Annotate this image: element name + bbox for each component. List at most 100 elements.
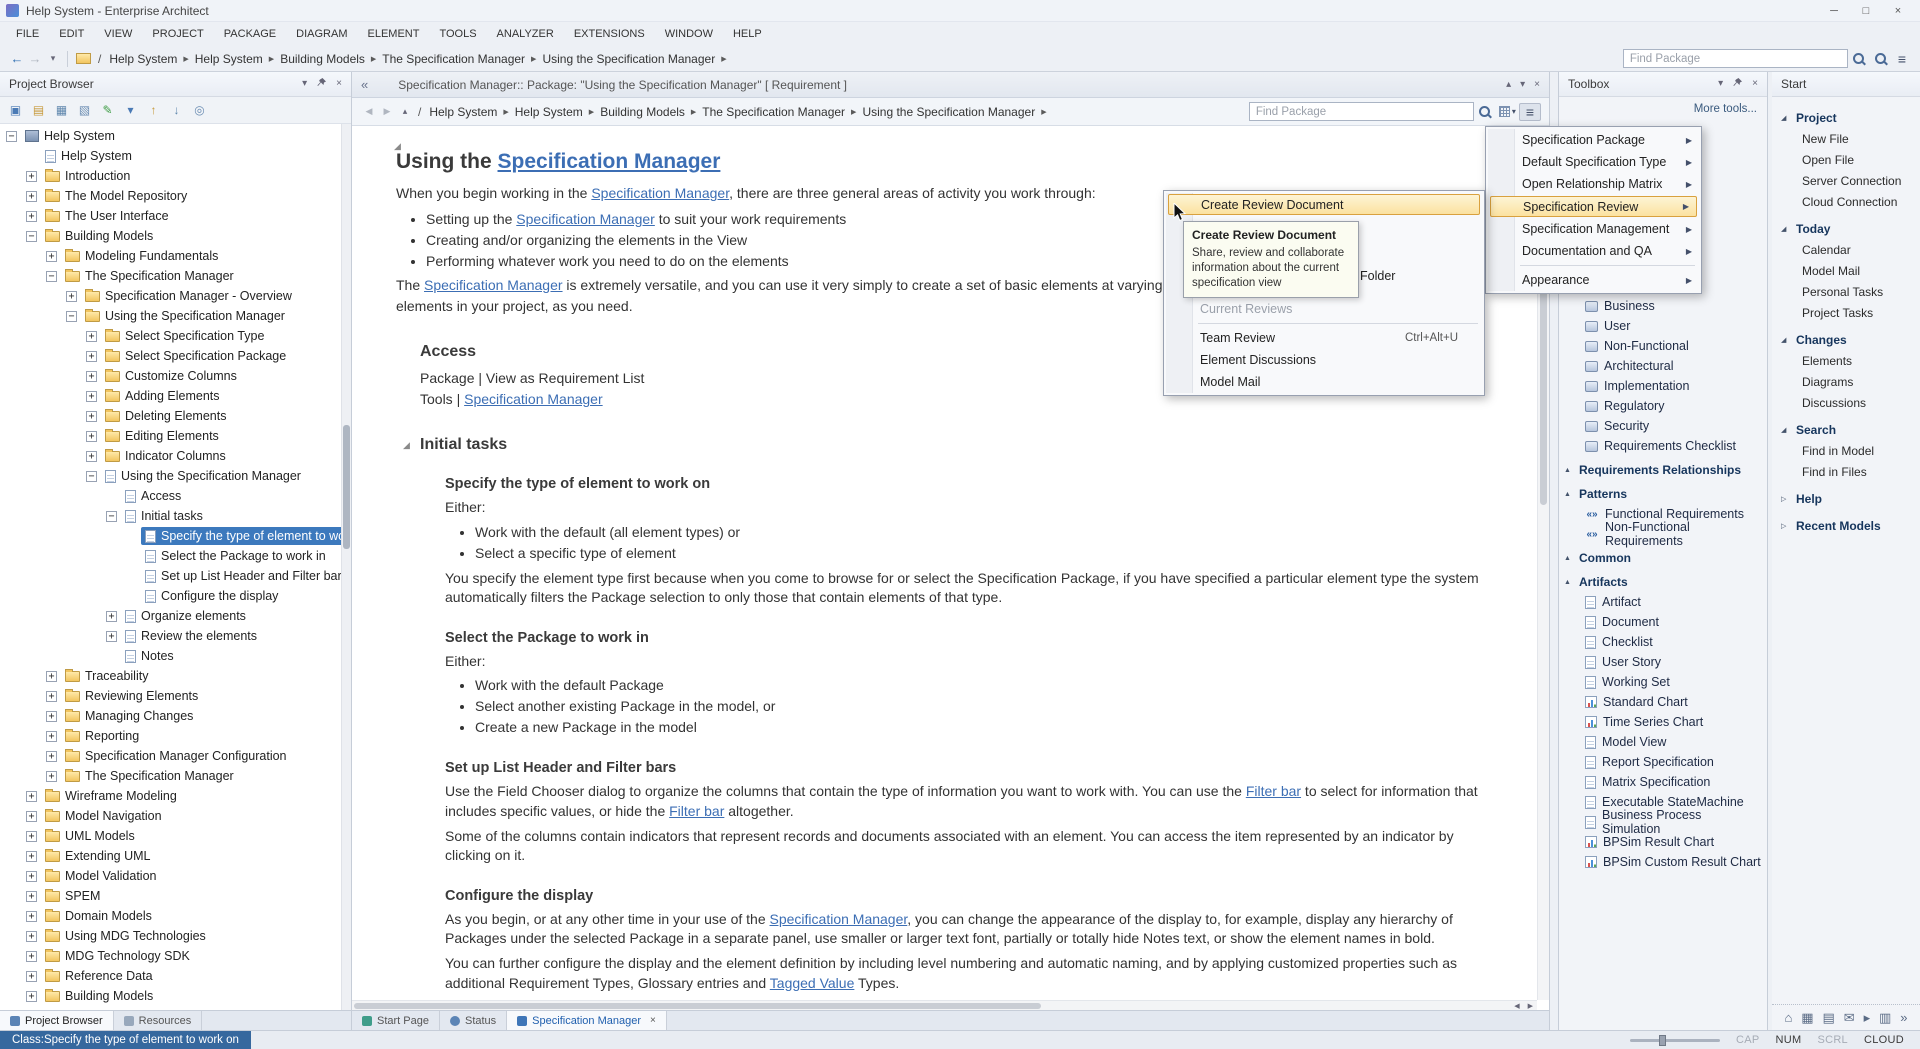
- toolbox-item-standard-chart[interactable]: Standard Chart: [1559, 692, 1761, 712]
- breadcrumb-item[interactable]: Help System: [511, 105, 587, 119]
- collapse-icon[interactable]: −: [26, 231, 37, 242]
- menu-view[interactable]: VIEW: [94, 28, 142, 40]
- toolbox-item-report-specification[interactable]: Report Specification: [1559, 752, 1761, 772]
- edit-icon[interactable]: ✎: [97, 100, 118, 121]
- toolbox-item-working-set[interactable]: Working Set: [1559, 672, 1761, 692]
- advanced-search-icon[interactable]: [1874, 52, 1888, 66]
- build-icon[interactable]: ▥: [1879, 1010, 1891, 1026]
- parent-package-icon[interactable]: [76, 53, 91, 64]
- menu-item-specification-review[interactable]: Specification Review▶: [1490, 196, 1697, 217]
- move-up-icon[interactable]: ↑: [143, 100, 164, 121]
- expand-icon[interactable]: +: [26, 191, 37, 202]
- panel-menu-chevron-icon[interactable]: ▾: [302, 79, 307, 89]
- back-icon[interactable]: ←: [8, 51, 26, 66]
- tree-item[interactable]: −Building Models: [0, 226, 341, 246]
- start-item-calendar[interactable]: Calendar: [1772, 239, 1920, 260]
- tree-item[interactable]: +The Model Repository: [0, 186, 341, 206]
- tree-item[interactable]: +Domain Models: [0, 906, 341, 926]
- start-item-cloud-connection[interactable]: Cloud Connection: [1772, 191, 1920, 212]
- tree-item[interactable]: +Model Navigation: [0, 806, 341, 826]
- status-toggle-scrl[interactable]: SCRL: [1817, 1034, 1848, 1046]
- move-down-icon[interactable]: ↓: [166, 100, 187, 121]
- tree-item[interactable]: +Model Validation: [0, 866, 341, 886]
- tree-item[interactable]: Specify the type of element to work on: [0, 526, 341, 546]
- tree-item[interactable]: +Specification Manager Configuration: [0, 746, 341, 766]
- start-section-today[interactable]: ◢Today: [1772, 219, 1920, 239]
- simulate-icon[interactable]: ▸: [1864, 1010, 1871, 1026]
- help-icon[interactable]: ◎: [189, 100, 210, 121]
- breadcrumb-item[interactable]: The Specification Manager: [698, 105, 849, 119]
- menu-edit[interactable]: EDIT: [49, 28, 94, 40]
- toolbox-item-business-process-simulation[interactable]: Business Process Simulation: [1559, 812, 1761, 832]
- doc-link[interactable]: Specification Manager: [591, 185, 729, 201]
- doc-link[interactable]: Specification Manager: [424, 277, 563, 293]
- start-item-server-connection[interactable]: Server Connection: [1772, 170, 1920, 191]
- close-document-icon[interactable]: ×: [1534, 80, 1540, 90]
- doc-find-package-input[interactable]: [1249, 102, 1474, 121]
- expand-icon[interactable]: +: [106, 631, 117, 642]
- menu-item-default-specification-type[interactable]: Default Specification Type▶: [1488, 151, 1699, 173]
- expand-icon[interactable]: +: [26, 851, 37, 862]
- tree-item[interactable]: +Specification Manager - Overview: [0, 286, 341, 306]
- expand-icon[interactable]: +: [26, 171, 37, 182]
- scrollbar-thumb[interactable]: [354, 1003, 1041, 1009]
- tree-item[interactable]: +The Specification Manager: [0, 766, 341, 786]
- add-diagram-icon[interactable]: ▦: [51, 100, 72, 121]
- add-package-icon[interactable]: ▤: [28, 100, 49, 121]
- start-item-elements[interactable]: Elements: [1772, 350, 1920, 371]
- status-toggle-num[interactable]: NUM: [1775, 1034, 1801, 1046]
- toolbox-item-time-series-chart[interactable]: Time Series Chart: [1559, 712, 1761, 732]
- breadcrumb-item[interactable]: Help System: [191, 52, 267, 66]
- expand-icon[interactable]: +: [106, 611, 117, 622]
- expand-icon[interactable]: +: [26, 951, 37, 962]
- tree-item[interactable]: −Initial tasks: [0, 506, 341, 526]
- doc-back-icon[interactable]: ◀: [360, 106, 378, 117]
- tab-resources[interactable]: Resources: [114, 1011, 203, 1030]
- tree-item[interactable]: +Using MDG Technologies: [0, 926, 341, 946]
- menu-item-specification-management[interactable]: Specification Management▶: [1488, 218, 1699, 240]
- toolbox-item-architectural[interactable]: Architectural: [1559, 356, 1761, 376]
- tree-item[interactable]: +Reference Data: [0, 966, 341, 986]
- menu-diagram[interactable]: DIAGRAM: [286, 28, 357, 40]
- breadcrumb-item[interactable]: Using the Specification Manager: [538, 52, 719, 66]
- path-root[interactable]: /: [94, 52, 105, 66]
- tree-item[interactable]: +Extending UML: [0, 846, 341, 866]
- start-item-find-in-model[interactable]: Find in Model: [1772, 440, 1920, 461]
- window-list-icon[interactable]: ▾: [1520, 80, 1525, 90]
- tree-item[interactable]: +SPEM: [0, 886, 341, 906]
- collapse-pane-icon[interactable]: «: [361, 77, 368, 92]
- menu-item-team-review[interactable]: Team Review Ctrl+Alt+U: [1166, 327, 1482, 349]
- home-icon[interactable]: ⌂: [1784, 1010, 1792, 1025]
- menu-item-folder-partial[interactable]: Folder: [1360, 269, 1395, 283]
- toolbox-item-business[interactable]: Business: [1559, 296, 1761, 316]
- menu-item-create-review-document[interactable]: Create Review Document: [1168, 194, 1480, 215]
- expand-icon[interactable]: +: [46, 771, 57, 782]
- expand-icon[interactable]: +: [86, 371, 97, 382]
- tree-item[interactable]: +Review the elements: [0, 626, 341, 646]
- breadcrumb-item[interactable]: The Specification Manager: [378, 52, 529, 66]
- expand-icon[interactable]: +: [46, 751, 57, 762]
- doc-menu-hamburger-icon[interactable]: ≡: [1519, 103, 1541, 121]
- menu-item-element-discussions[interactable]: Element Discussions: [1166, 349, 1482, 371]
- tree-item[interactable]: +MDG Technology SDK: [0, 946, 341, 966]
- menu-element[interactable]: ELEMENT: [357, 28, 429, 40]
- tab-specification-manager[interactable]: Specification Manager×: [507, 1011, 667, 1030]
- start-item-project-tasks[interactable]: Project Tasks: [1772, 302, 1920, 323]
- tree-item[interactable]: +Adding Elements: [0, 386, 341, 406]
- start-item-discussions[interactable]: Discussions: [1772, 392, 1920, 413]
- start-item-model-mail[interactable]: Model Mail: [1772, 260, 1920, 281]
- expand-icon[interactable]: +: [46, 671, 57, 682]
- collapse-section-icon[interactable]: ◢: [403, 440, 410, 451]
- close-panel-icon[interactable]: ×: [1752, 79, 1758, 89]
- tree-item[interactable]: +Introduction: [0, 166, 341, 186]
- doc-link[interactable]: Tagged Value: [770, 975, 855, 991]
- tree-item[interactable]: −Using the Specification Manager: [0, 466, 341, 486]
- collapse-icon[interactable]: −: [66, 311, 77, 322]
- close-window-button[interactable]: ×: [1882, 1, 1914, 21]
- expand-icon[interactable]: +: [86, 391, 97, 402]
- doc-link[interactable]: Filter bar: [1246, 783, 1301, 799]
- tree-item[interactable]: Access: [0, 486, 341, 506]
- toolbox-group-patterns[interactable]: ▲Patterns: [1559, 484, 1761, 504]
- expand-icon[interactable]: +: [86, 431, 97, 442]
- close-tab-icon[interactable]: ×: [650, 1015, 656, 1026]
